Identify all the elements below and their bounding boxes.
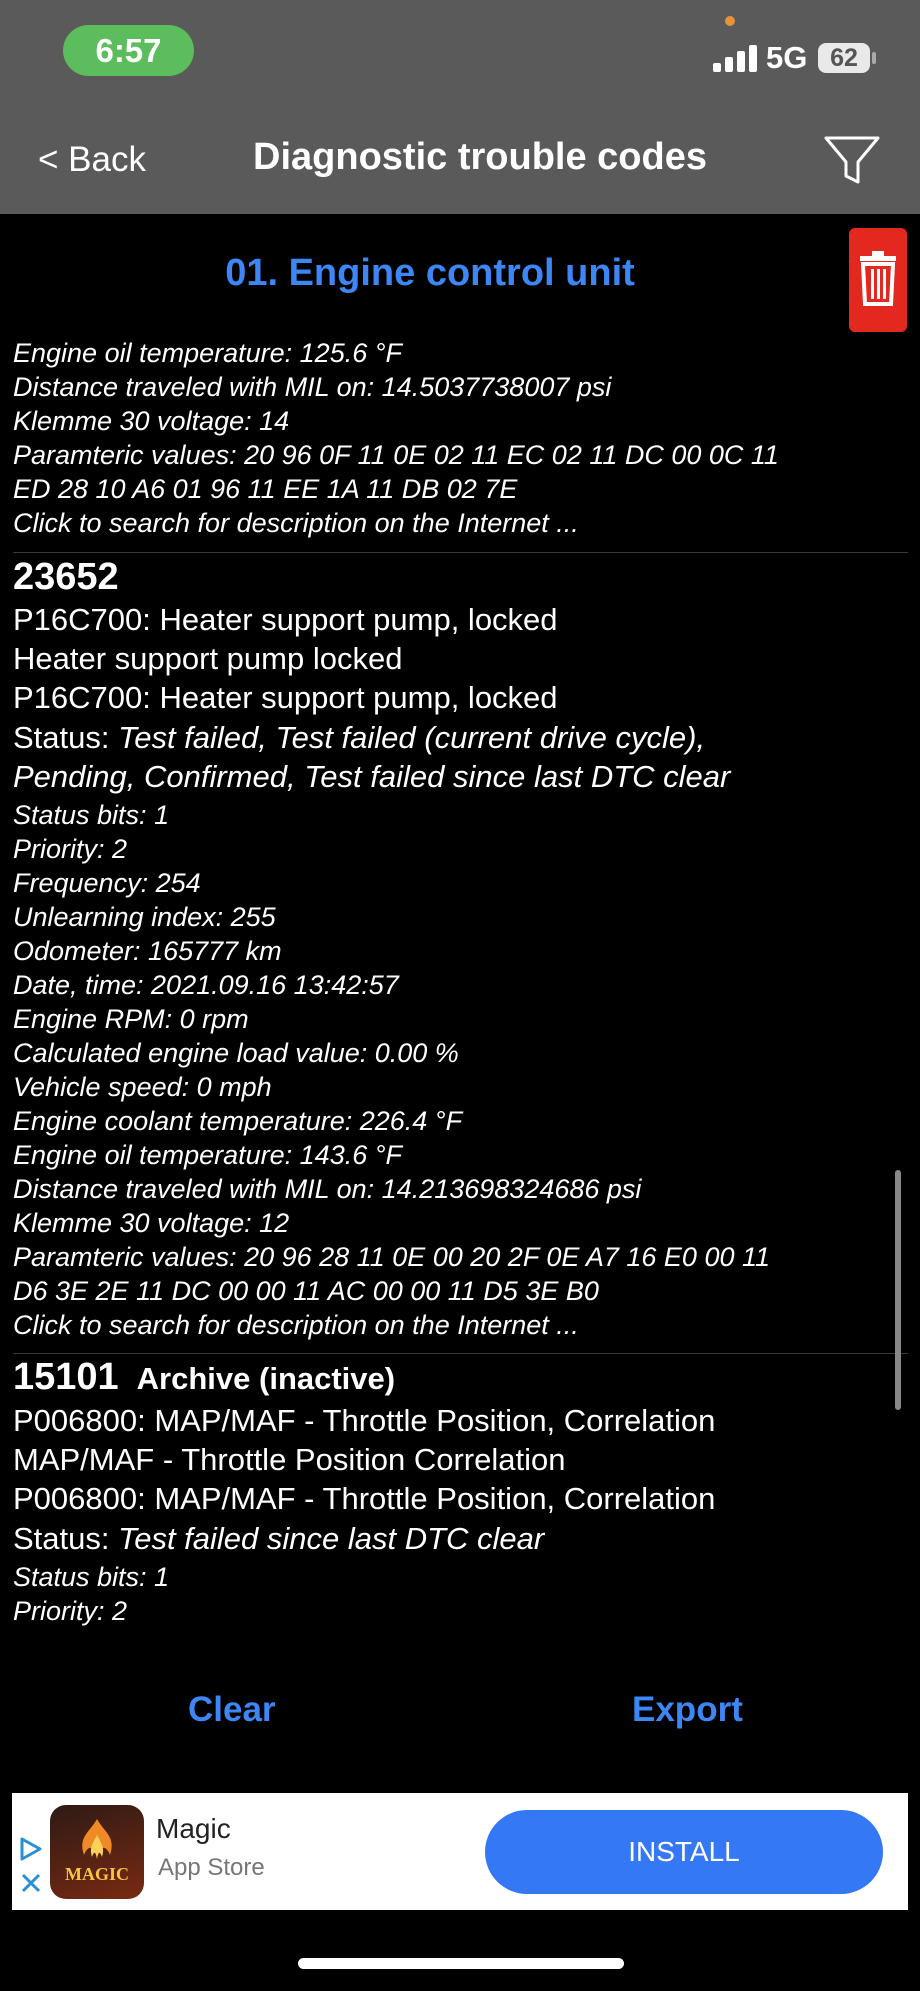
prev-parametric-values: Paramteric values: 20 96 0F 11 0E 02 11 … [13,440,779,470]
frequency: Frequency: 254 [13,868,201,898]
divider [13,552,908,553]
page-title: Diagnostic trouble codes [253,136,707,178]
unlearning-index: Unlearning index: 255 [13,902,276,932]
dtc-title-repeat: P006800: MAP/MAF - Throttle Position, Co… [13,1481,716,1516]
date-time: Date, time: 2021.09.16 13:42:57 [13,970,399,1000]
dtc-description: MAP/MAF - Throttle Position Correlation [13,1442,566,1477]
priority: Priority: 2 [13,1596,128,1626]
battery-tip [872,52,876,64]
battery-icon: 62 [818,43,870,73]
install-button[interactable]: INSTALL [485,1810,883,1894]
dtc-status: Status: Test failed, Test failed (curren… [13,720,705,756]
ad-app-name: Magic [156,1813,231,1844]
prev-search-link[interactable]: Click to search for description on the I… [13,508,579,539]
status-value: Test failed since last DTC clear [118,1521,545,1556]
signal-icon [713,44,757,72]
prev-klemme-voltage: Klemme 30 voltage: 14 [13,406,290,436]
dtc-list[interactable]: Engine oil temperature: 125.6 °F Distanc… [0,330,920,1630]
status-value: Test failed, Test failed (current drive … [118,720,706,755]
archive-badge: Archive (inactive) [136,1361,396,1396]
clear-button[interactable]: Clear [188,1690,276,1730]
parametric-values: Paramteric values: 20 96 28 11 0E 00 20 … [13,1242,771,1272]
ad-choices-icon[interactable] [18,1833,44,1902]
dtc-header: 15101 Archive (inactive) [13,1356,395,1399]
app-icon[interactable]: MAGIC [50,1805,144,1899]
app-icon-label: MAGIC [65,1864,129,1884]
prev-oil-temp: Engine oil temperature: 125.6 °F [13,338,403,368]
privacy-indicator [725,16,735,26]
odometer: Odometer: 165777 km [13,936,282,966]
trash-icon [860,251,896,306]
scrollbar[interactable] [895,1170,901,1410]
dtc-code: 15101 [13,1356,119,1398]
divider [13,1353,908,1354]
prev-distance-mil: Distance traveled with MIL on: 14.503773… [13,372,612,402]
section-title: 01. Engine control unit [225,252,635,294]
status-label: Status: [13,1521,119,1556]
prev-parametric-values-cont: ED 28 10 A6 01 96 11 EE 1A 11 DB 02 7E [13,474,518,504]
export-button[interactable]: Export [632,1690,743,1730]
dtc-status: Status: Test failed since last DTC clear [13,1521,544,1557]
dtc-status-cont: Pending, Confirmed, Test failed since la… [13,759,731,794]
vehicle-speed: Vehicle speed: 0 mph [13,1072,272,1102]
delete-button[interactable] [849,228,907,332]
distance-mil: Distance traveled with MIL on: 14.213698… [13,1174,642,1204]
klemme-voltage: Klemme 30 voltage: 12 [13,1208,290,1238]
status-label: Status: [13,720,119,755]
status-time: 6:57 [63,25,194,76]
ad-banner[interactable]: MAGIC Magic App Store INSTALL [12,1793,908,1910]
dtc-title-repeat: P16C700: Heater support pump, locked [13,680,558,715]
coolant-temp: Engine coolant temperature: 226.4 °F [13,1106,463,1136]
engine-load: Calculated engine load value: 0.00 % [13,1038,459,1068]
filter-icon[interactable] [822,130,882,190]
dtc-title: P16C700: Heater support pump, locked [13,602,558,637]
home-indicator[interactable] [298,1958,624,1969]
search-link[interactable]: Click to search for description on the I… [13,1310,579,1341]
back-button[interactable]: < Back [38,140,146,180]
dtc-code: 23652 [13,556,119,598]
oil-temp: Engine oil temperature: 143.6 °F [13,1140,403,1170]
top-bar: 6:57 5G 62 < Back Diagnostic trouble cod… [0,0,920,214]
status-bits: Status bits: 1 [13,1562,170,1592]
dtc-description: Heater support pump locked [13,641,403,676]
priority: Priority: 2 [13,834,128,864]
status-bits: Status bits: 1 [13,800,170,830]
network-type: 5G [766,40,808,75]
parametric-values-cont: D6 3E 2E 11 DC 00 00 11 AC 00 00 11 D5 3… [13,1276,599,1306]
ad-store-label: App Store [158,1854,265,1881]
engine-rpm: Engine RPM: 0 rpm [13,1004,249,1034]
dtc-title: P006800: MAP/MAF - Throttle Position, Co… [13,1403,716,1438]
